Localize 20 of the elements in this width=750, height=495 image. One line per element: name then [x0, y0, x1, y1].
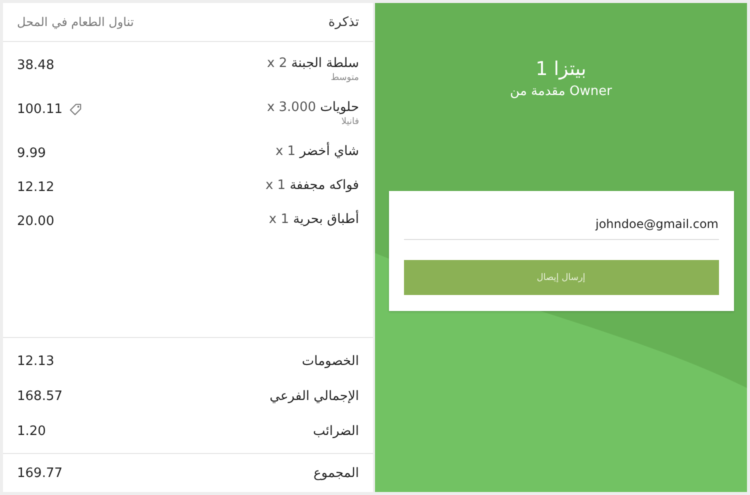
summary-value: 168.57 [17, 389, 62, 404]
summary-value: 1.20 [17, 424, 46, 439]
summary-label: الضرائب [312, 424, 359, 439]
receipt-subtitle: مقدمة من Owner [510, 84, 612, 99]
ticket-title: تذكرة [328, 14, 359, 30]
item-price: 38.48 [17, 58, 54, 73]
total-label: المجموع [314, 466, 359, 480]
summary-label: الخصومات [302, 354, 359, 369]
item-price: 9.99 [17, 146, 46, 161]
order-type: تناول الطعام في المحل [17, 15, 134, 29]
summary-label: الإجمالي الفرعي [270, 389, 359, 404]
item-price: 12.12 [17, 180, 54, 195]
receipt-title: بيتزا 1 [536, 58, 586, 80]
item-option: متوسط [330, 73, 359, 83]
item-price: 20.00 [17, 214, 54, 229]
item-option: فانيلا [341, 117, 359, 127]
item-price: 100.11 [17, 102, 62, 117]
email-field[interactable]: johndoe@gmail.com [404, 213, 718, 240]
summary-value: 12.13 [17, 354, 54, 369]
total-value: 169.77 [17, 466, 62, 480]
